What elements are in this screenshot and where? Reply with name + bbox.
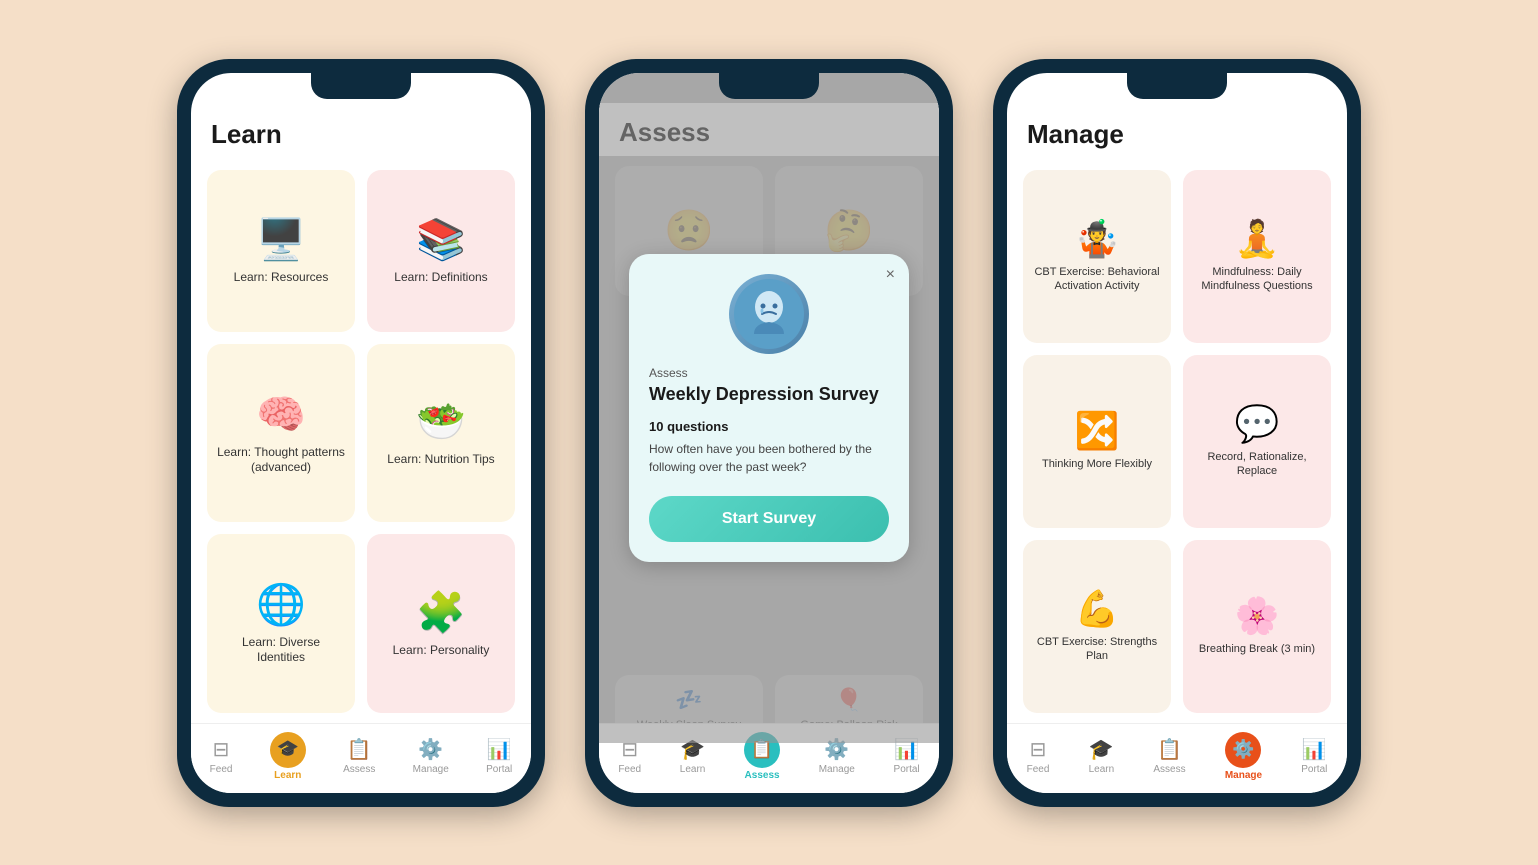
learn-icon-manage: 🎓 bbox=[1089, 737, 1114, 762]
learn-card-diverse[interactable]: 🌐 Learn: Diverse Identities bbox=[207, 534, 355, 712]
modal-close-button[interactable]: × bbox=[886, 266, 895, 284]
learn-label-assess: Learn bbox=[680, 764, 706, 775]
learn-bottom-nav: ⊟ Feed 🎓 Learn 📋 Assess ⚙️ Manage 📊 bbox=[191, 723, 531, 793]
nav-portal-learn[interactable]: 📊 Portal bbox=[486, 737, 512, 775]
assess-nav-icon: 📋 bbox=[347, 737, 372, 762]
breathing-label: Breathing Break (3 min) bbox=[1199, 642, 1315, 656]
nav-portal-manage[interactable]: 📊 Portal bbox=[1301, 737, 1327, 775]
nav-manage-learn[interactable]: ⚙️ Manage bbox=[413, 737, 449, 775]
diverse-icon: 🌐 bbox=[256, 585, 306, 625]
learn-label-manage: Learn bbox=[1089, 764, 1115, 775]
manage-card-thinking[interactable]: 🔀 Thinking More Flexibly bbox=[1023, 355, 1171, 528]
learn-card-personality[interactable]: 🧩 Learn: Personality bbox=[367, 534, 515, 712]
mindfulness-label: Mindfulness: Daily Mindfulness Questions bbox=[1193, 265, 1321, 294]
start-survey-button[interactable]: Start Survey bbox=[649, 496, 889, 542]
assess-icon-manage: 📋 bbox=[1157, 737, 1182, 762]
thinking-icon: 🔀 bbox=[1075, 413, 1120, 449]
manage-card-cbt-behavioral[interactable]: 🤹 CBT Exercise: Behavioral Activation Ac… bbox=[1023, 170, 1171, 343]
nutrition-label: Learn: Nutrition Tips bbox=[387, 452, 494, 468]
definitions-icon: 📚 bbox=[416, 220, 466, 260]
feed-label-manage: Feed bbox=[1027, 764, 1050, 775]
assess-nav-label: Assess bbox=[343, 764, 375, 775]
manage-title: Manage bbox=[1007, 103, 1347, 160]
learn-card-nutrition[interactable]: 🥗 Learn: Nutrition Tips bbox=[367, 344, 515, 522]
thought-patterns-icon: 🧠 bbox=[256, 395, 306, 435]
phone-learn: Learn 🖥️ Learn: Resources 📚 Learn: Defin… bbox=[177, 59, 545, 807]
manage-label-assess: Manage bbox=[819, 764, 855, 775]
thinking-label: Thinking More Flexibly bbox=[1042, 457, 1152, 471]
manage-nav-icon: ⚙️ bbox=[418, 737, 443, 762]
record-icon: 💬 bbox=[1235, 406, 1280, 442]
modal-category: Assess bbox=[649, 366, 889, 380]
assess-label-manage: Assess bbox=[1153, 764, 1185, 775]
modal-title: Weekly Depression Survey bbox=[649, 384, 889, 405]
learn-card-resources[interactable]: 🖥️ Learn: Resources bbox=[207, 170, 355, 333]
feed-label-assess: Feed bbox=[618, 764, 641, 775]
cbt-behavioral-label: CBT Exercise: Behavioral Activation Acti… bbox=[1033, 265, 1161, 294]
manage-card-mindfulness[interactable]: 🧘 Mindfulness: Daily Mindfulness Questio… bbox=[1183, 170, 1331, 343]
assess-label-assess: Assess bbox=[745, 770, 780, 781]
feed-label: Feed bbox=[210, 764, 233, 775]
notch-learn bbox=[311, 73, 411, 99]
strengths-icon: 💪 bbox=[1075, 591, 1120, 627]
learn-card-definitions[interactable]: 📚 Learn: Definitions bbox=[367, 170, 515, 333]
record-label: Record, Rationalize, Replace bbox=[1193, 450, 1321, 479]
nutrition-icon: 🥗 bbox=[416, 402, 466, 442]
phone-assess: Assess 😟 🤔 × bbox=[585, 59, 953, 807]
manage-active-circle: ⚙️ bbox=[1225, 732, 1261, 768]
portal-nav-label: Portal bbox=[486, 764, 512, 775]
nav-manage-assess[interactable]: ⚙️ Manage bbox=[819, 737, 855, 775]
breathing-icon: 🌸 bbox=[1235, 598, 1280, 634]
notch-manage bbox=[1127, 73, 1227, 99]
manage-card-breathing[interactable]: 🌸 Breathing Break (3 min) bbox=[1183, 540, 1331, 713]
manage-card-grid: 🤹 CBT Exercise: Behavioral Activation Ac… bbox=[1007, 160, 1347, 723]
nav-learn-manage[interactable]: 🎓 Learn bbox=[1089, 737, 1115, 775]
learn-card-grid: 🖥️ Learn: Resources 📚 Learn: Definitions… bbox=[191, 160, 531, 723]
phone-manage: Manage 🤹 CBT Exercise: Behavioral Activa… bbox=[993, 59, 1361, 807]
nav-learn-assess[interactable]: 🎓 Learn bbox=[680, 737, 706, 775]
nav-assess-manage[interactable]: 📋 Assess bbox=[1153, 737, 1185, 775]
modal-hero bbox=[649, 274, 889, 354]
learn-active-circle: 🎓 bbox=[270, 732, 306, 768]
nav-feed-assess[interactable]: ⊟ Feed bbox=[618, 737, 641, 775]
resources-label: Learn: Resources bbox=[234, 270, 329, 286]
modal-overlay: × bbox=[599, 73, 939, 743]
diverse-label: Learn: Diverse Identities bbox=[217, 635, 345, 666]
notch-assess bbox=[719, 73, 819, 99]
portal-label-manage: Portal bbox=[1301, 764, 1327, 775]
learn-title: Learn bbox=[191, 103, 531, 160]
feed-icon-manage: ⊟ bbox=[1030, 737, 1047, 762]
mindfulness-icon: 🧘 bbox=[1235, 221, 1280, 257]
survey-modal: × bbox=[629, 254, 909, 562]
nav-feed-manage[interactable]: ⊟ Feed bbox=[1027, 737, 1050, 775]
feed-icon: ⊟ bbox=[213, 737, 230, 762]
personality-icon: 🧩 bbox=[416, 593, 466, 633]
manage-card-record[interactable]: 💬 Record, Rationalize, Replace bbox=[1183, 355, 1331, 528]
strengths-label: CBT Exercise: Strengths Plan bbox=[1033, 635, 1161, 664]
nav-learn-learn[interactable]: 🎓 Learn bbox=[270, 732, 306, 781]
nav-portal-assess[interactable]: 📊 Portal bbox=[894, 737, 920, 775]
thought-patterns-label: Learn: Thought patterns (advanced) bbox=[217, 445, 345, 476]
manage-nav-label: Manage bbox=[413, 764, 449, 775]
definitions-label: Learn: Definitions bbox=[394, 270, 487, 286]
portal-label-assess: Portal bbox=[894, 764, 920, 775]
portal-nav-icon: 📊 bbox=[487, 737, 512, 762]
manage-bottom-nav: ⊟ Feed 🎓 Learn 📋 Assess ⚙️ Manage 📊 bbox=[1007, 723, 1347, 793]
modal-questions: 10 questions bbox=[649, 419, 889, 434]
learn-card-thought-patterns[interactable]: 🧠 Learn: Thought patterns (advanced) bbox=[207, 344, 355, 522]
cbt-behavioral-icon: 🤹 bbox=[1075, 221, 1120, 257]
learn-nav-label: Learn bbox=[274, 770, 301, 781]
manage-nav-label-active: Manage bbox=[1225, 770, 1262, 781]
modal-description: How often have you been bothered by the … bbox=[649, 440, 889, 476]
resources-icon: 🖥️ bbox=[256, 220, 306, 260]
nav-manage-manage[interactable]: ⚙️ Manage bbox=[1225, 732, 1262, 781]
nav-assess-learn[interactable]: 📋 Assess bbox=[343, 737, 375, 775]
nav-feed-learn[interactable]: ⊟ Feed bbox=[210, 737, 233, 775]
portal-icon-manage: 📊 bbox=[1302, 737, 1327, 762]
manage-card-strengths[interactable]: 💪 CBT Exercise: Strengths Plan bbox=[1023, 540, 1171, 713]
survey-avatar bbox=[729, 274, 809, 354]
personality-label: Learn: Personality bbox=[393, 643, 490, 659]
